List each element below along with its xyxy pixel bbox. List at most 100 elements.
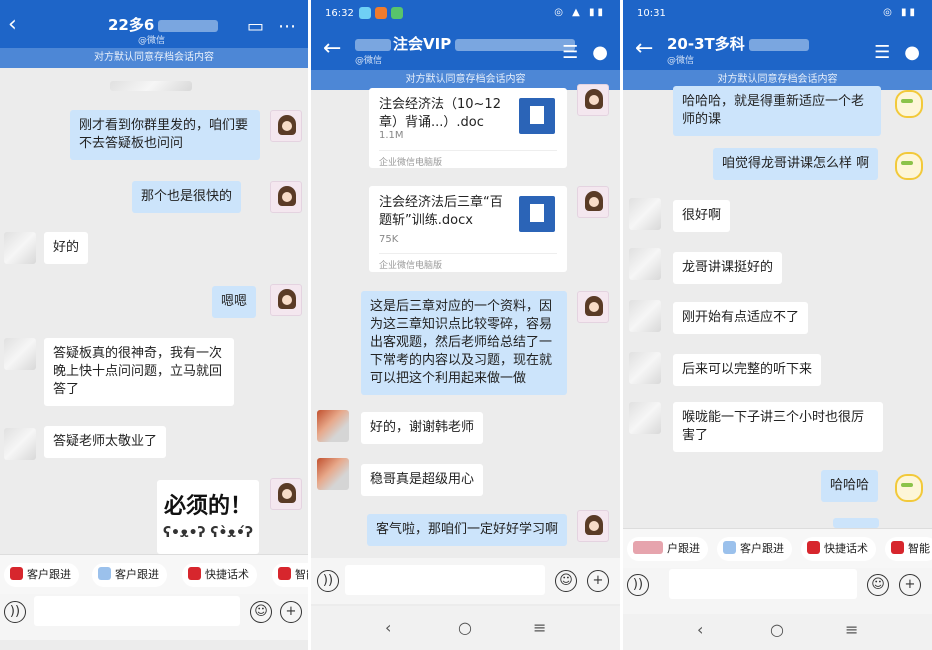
nav-back-icon[interactable]: ‹ <box>385 618 391 637</box>
quick-chip-smart[interactable]: 智能 <box>885 537 932 561</box>
system-nav-bar: ‹ ○ ≡ <box>623 614 932 650</box>
message-list: 注会经济法（10~12章）背诵...）.doc 1.1M 企业微信电脑版 注会经… <box>311 90 620 558</box>
message-bubble: 哈哈哈，就是得重新适应一个老师的课 <box>673 86 881 136</box>
brand-icon <box>10 567 23 580</box>
my-avatar[interactable] <box>577 291 609 323</box>
my-avatar[interactable] <box>577 510 609 542</box>
status-time: 10:31 <box>637 8 666 19</box>
my-avatar[interactable] <box>891 148 923 180</box>
sticker-text: 必须的！ <box>164 494 252 519</box>
video-call-icon[interactable]: ▭ <box>247 16 264 37</box>
voice-icon[interactable]: )) <box>4 601 26 623</box>
avatar <box>110 81 192 91</box>
contact-avatar[interactable] <box>317 458 349 490</box>
emoji-icon[interactable]: ☺ <box>555 570 577 592</box>
quick-chip-customer-followup[interactable]: 客户跟进 <box>4 563 79 587</box>
my-avatar[interactable] <box>577 84 609 116</box>
emoji-icon[interactable]: ☺ <box>867 574 889 596</box>
plus-icon[interactable]: + <box>280 601 302 623</box>
menu-icon[interactable]: ☰ <box>562 42 578 63</box>
profile-icon[interactable]: ● <box>904 42 920 63</box>
status-bar: 16:32 ◎ ▲ ▮▮ <box>311 0 620 30</box>
contact-avatar[interactable] <box>629 352 661 384</box>
message-bubble: 稳哥真是超级用心 <box>361 464 483 496</box>
nav-menu-icon[interactable]: ≡ <box>845 620 858 639</box>
contact-avatar[interactable] <box>4 232 36 264</box>
battery-icon: ◎ ▮▮ <box>883 7 918 18</box>
message-bubble: 刚才看到你群里发的，咱们要不去答疑板也问问 <box>70 110 260 160</box>
contact-avatar[interactable] <box>629 402 661 434</box>
nav-home-icon[interactable]: ○ <box>770 620 784 639</box>
voice-icon[interactable]: )) <box>627 574 649 596</box>
contact-avatar[interactable] <box>629 198 661 230</box>
nav-menu-icon[interactable]: ≡ <box>533 618 546 637</box>
quick-chip-customer-followup-2[interactable]: 客户跟进 <box>92 563 167 587</box>
more-icon[interactable]: ⋯ <box>278 16 296 37</box>
nav-home-icon[interactable]: ○ <box>458 618 472 637</box>
my-avatar[interactable] <box>270 478 302 510</box>
header-actions: ☰● <box>548 42 608 63</box>
message-input[interactable] <box>345 565 545 595</box>
file-size: 1.1M <box>379 130 404 141</box>
chat-panel-3: 10:31 ◎ ▮▮ ← 20-3T多科 @微信 ☰● 对方默认同意存档会话内容… <box>623 0 932 650</box>
message-bubble: 龙哥讲课挺好的 <box>673 252 782 284</box>
blurred-icon <box>633 541 663 554</box>
message-input[interactable] <box>34 596 240 626</box>
chat-panel-2: 16:32 ◎ ▲ ▮▮ ← 注会VIP @微信 ☰● 对方默认同意存档会话内容… <box>311 0 620 650</box>
document-icon <box>519 196 555 232</box>
file-message[interactable]: 注会经济法（10~12章）背诵...）.doc 1.1M 企业微信电脑版 <box>369 88 567 168</box>
blurred-name <box>749 39 809 51</box>
chat-header: ← 注会VIP @微信 ☰● <box>311 30 620 70</box>
archive-notice: 对方默认同意存档会话内容 <box>311 70 620 90</box>
contact-avatar[interactable] <box>317 410 349 442</box>
my-avatar[interactable] <box>270 181 302 213</box>
doc-icon <box>98 567 111 580</box>
contact-avatar[interactable] <box>4 338 36 370</box>
quick-chip-quick-phrases[interactable]: 快捷话术 <box>801 537 876 561</box>
chat-title: 20-3T多科 <box>667 33 809 54</box>
contact-avatar[interactable] <box>4 428 36 460</box>
chat-subtitle: @微信 <box>138 33 165 46</box>
my-avatar[interactable] <box>270 284 302 316</box>
message-bubble: 这是后三章对应的一个资料，因为这三章知识点比较零碎，容易出客观题，然后老师给总结… <box>361 291 567 395</box>
doc-icon <box>723 541 736 554</box>
my-avatar[interactable] <box>891 86 923 118</box>
quick-chip-customer-followup-2[interactable]: 客户跟进 <box>717 537 792 561</box>
sticker-image[interactable]: 必须的！ ʕ•ᴥ•ʔ ʕ•̀ᴥ•́ʔ <box>157 480 259 554</box>
message-bubble: 喉咙能一下子讲三个小时也很厉害了 <box>673 402 883 452</box>
plus-icon[interactable]: + <box>899 574 921 596</box>
message-bubble: 客气啦，那咱们一定好好学习啊 <box>367 514 567 546</box>
message-list: 刚才看到你群里发的，咱们要不去答疑板也问问 那个也是很快的 好的 嗯嗯 答疑板真… <box>0 68 308 554</box>
message-bubble: 答疑板真的很神奇，我有一次晚上快十点问问题，立马就回答了 <box>44 338 234 406</box>
file-message[interactable]: 注会经济法后三章“百题斩”训练.docx 75K 企业微信电脑版 <box>369 186 567 272</box>
voice-icon[interactable]: )) <box>317 570 339 592</box>
my-avatar[interactable] <box>270 110 302 142</box>
back-arrow-icon[interactable]: ‹ <box>8 14 17 36</box>
back-arrow-icon[interactable]: ← <box>323 38 341 60</box>
profile-icon[interactable]: ● <box>592 42 608 63</box>
battery-icon: ◎ ▲ ▮▮ <box>554 7 606 18</box>
file-source: 企业微信电脑版 <box>379 150 557 168</box>
chat-subtitle: @微信 <box>355 53 382 66</box>
notification-icons <box>359 7 407 19</box>
status-time: 16:32 <box>325 8 354 19</box>
quick-chip-smart[interactable]: 智能 <box>272 563 308 587</box>
contact-avatar[interactable] <box>629 248 661 280</box>
chat-title: 22多6 <box>108 14 218 35</box>
quick-chip-quick-phrases[interactable]: 快捷话术 <box>182 563 257 587</box>
message-list: 哈哈哈，就是得重新适应一个老师的课 咱觉得龙哥讲课怎么样 啊 很好啊 龙哥讲课挺… <box>623 90 932 528</box>
message-input[interactable] <box>669 569 857 599</box>
contact-avatar[interactable] <box>629 300 661 332</box>
quick-actions-bar: 户跟进 客户跟进 快捷话术 智能 <box>623 528 932 568</box>
brand-icon <box>188 567 201 580</box>
my-avatar[interactable] <box>577 186 609 218</box>
nav-back-icon[interactable]: ‹ <box>697 620 703 639</box>
menu-icon[interactable]: ☰ <box>874 42 890 63</box>
document-icon <box>519 98 555 134</box>
message-bubble: 好的，谢谢韩老师 <box>361 412 483 444</box>
back-arrow-icon[interactable]: ← <box>635 38 653 60</box>
my-avatar[interactable] <box>891 470 923 502</box>
quick-chip-customer-followup[interactable]: 户跟进 <box>627 537 708 561</box>
plus-icon[interactable]: + <box>587 570 609 592</box>
emoji-icon[interactable]: ☺ <box>250 601 272 623</box>
